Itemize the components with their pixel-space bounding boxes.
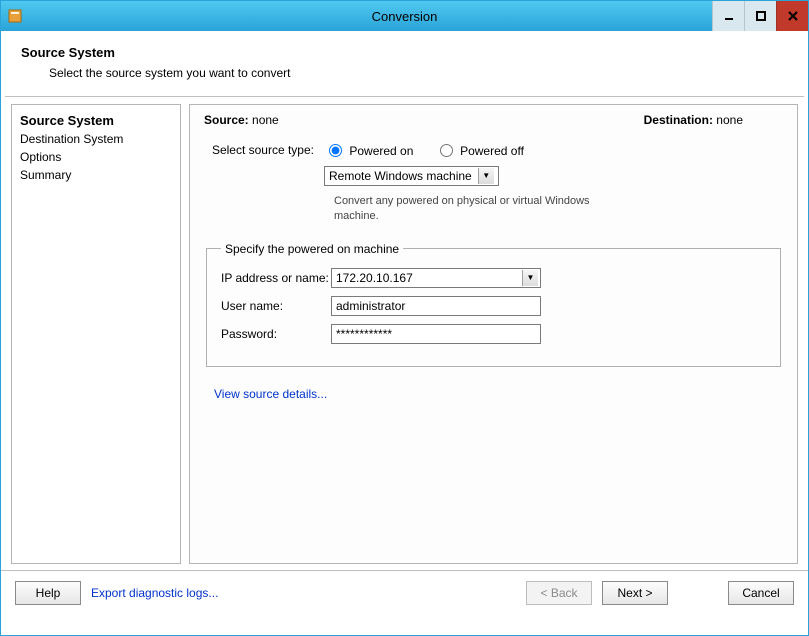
source-label: Source: <box>204 113 249 127</box>
ip-label: IP address or name: <box>221 271 331 285</box>
window-titlebar: Conversion <box>1 1 808 31</box>
source-value: none <box>252 113 279 127</box>
chevron-down-icon: ▼ <box>522 270 538 286</box>
password-input[interactable] <box>331 324 541 344</box>
chevron-down-icon: ▼ <box>478 168 494 184</box>
wizard-header: Source System Select the source system y… <box>1 31 808 90</box>
ip-address-combo[interactable]: 172.20.10.167 ▼ <box>331 268 541 288</box>
radio-powered-off[interactable] <box>440 144 453 157</box>
step-summary[interactable]: Summary <box>20 166 172 184</box>
machine-type-dropdown[interactable]: Remote Windows machine ▼ <box>324 166 499 186</box>
radio-powered-on-label[interactable]: Powered on <box>324 144 417 158</box>
cancel-button[interactable]: Cancel <box>728 581 794 605</box>
source-summary: Source: none <box>204 113 279 127</box>
step-source-system[interactable]: Source System <box>20 111 172 130</box>
help-button[interactable]: Help <box>15 581 81 605</box>
page-heading: Source System <box>21 45 788 60</box>
group-legend: Specify the powered on machine <box>221 242 403 256</box>
powered-on-machine-group: Specify the powered on machine IP addres… <box>206 242 781 367</box>
window-title: Conversion <box>1 9 808 24</box>
username-input[interactable] <box>331 296 541 316</box>
radio-powered-on[interactable] <box>329 144 342 157</box>
select-source-type-label: Select source type: <box>204 143 324 157</box>
app-icon <box>7 8 23 24</box>
destination-label: Destination: <box>644 113 713 127</box>
machine-type-hint: Convert any powered on physical or virtu… <box>334 194 594 224</box>
password-label: Password: <box>221 327 331 341</box>
wizard-steps-sidebar: Source System Destination System Options… <box>11 104 181 564</box>
destination-summary: Destination: none <box>644 113 743 127</box>
next-button[interactable]: Next > <box>602 581 668 605</box>
back-button[interactable]: < Back <box>526 581 592 605</box>
username-label: User name: <box>221 299 331 313</box>
wizard-footer: Help Export diagnostic logs... < Back Ne… <box>1 570 808 615</box>
close-button[interactable] <box>776 1 808 31</box>
wizard-main-panel: Source: none Destination: none Select so… <box>189 104 798 564</box>
step-options[interactable]: Options <box>20 148 172 166</box>
minimize-button[interactable] <box>712 1 744 31</box>
step-destination-system[interactable]: Destination System <box>20 130 172 148</box>
page-subheading: Select the source system you want to con… <box>49 66 788 80</box>
maximize-button[interactable] <box>744 1 776 31</box>
ip-address-value: 172.20.10.167 <box>336 271 516 285</box>
view-source-details-link[interactable]: View source details... <box>214 387 327 401</box>
destination-value: none <box>716 113 743 127</box>
machine-type-value: Remote Windows machine <box>329 169 472 183</box>
export-diagnostic-logs-link[interactable]: Export diagnostic logs... <box>91 586 218 600</box>
radio-powered-off-label[interactable]: Powered off <box>435 144 524 158</box>
